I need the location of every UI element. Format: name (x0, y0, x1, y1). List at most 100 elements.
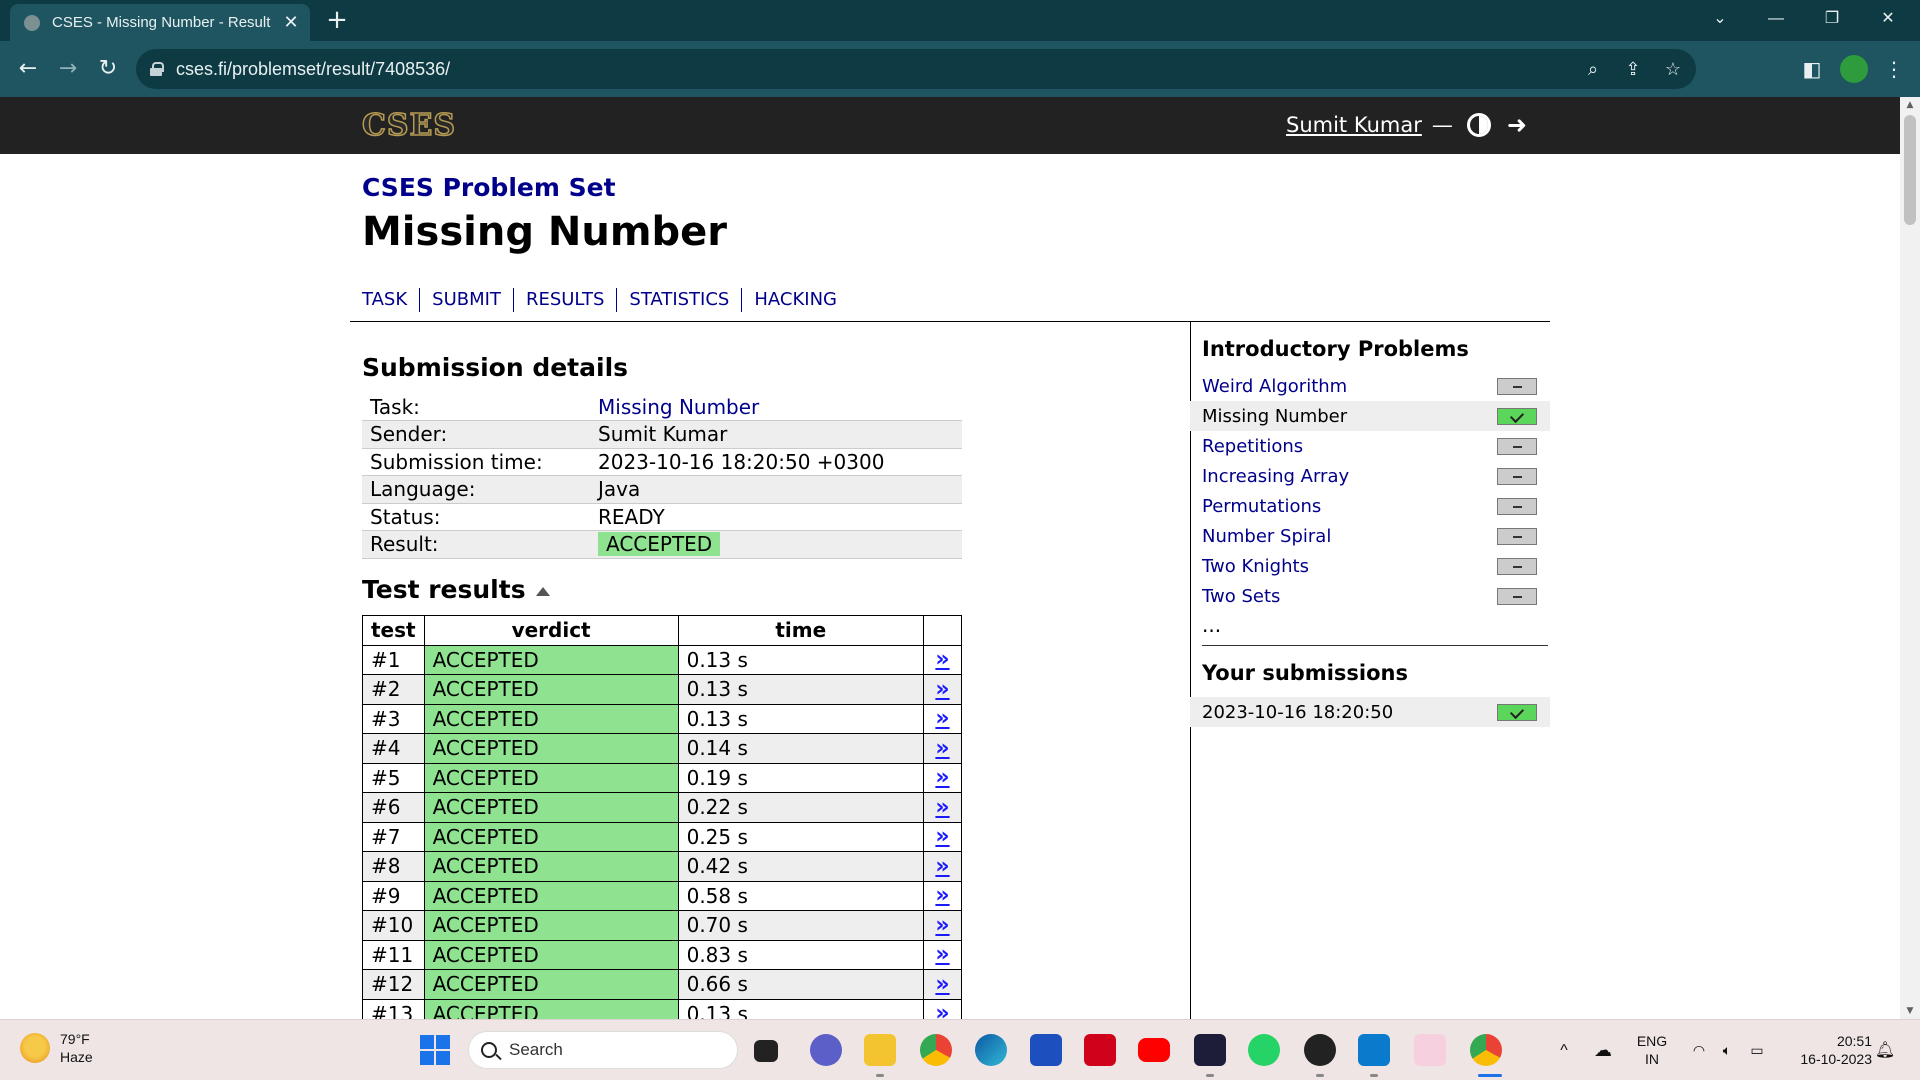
double-chevron-icon[interactable]: » (935, 972, 949, 997)
double-chevron-icon[interactable]: » (935, 854, 949, 879)
problem-link[interactable]: Missing Number (1202, 406, 1347, 427)
test-results-heading[interactable]: Test results (362, 575, 550, 604)
task-link[interactable]: Missing Number (598, 395, 759, 419)
wifi-icon[interactable]: ◠ (1686, 1020, 1712, 1080)
chrome-icon[interactable] (920, 1034, 952, 1066)
new-tab-button[interactable]: + (322, 6, 352, 36)
side-panel-icon[interactable]: ◧ (1796, 53, 1828, 85)
minimize-button[interactable]: — (1748, 0, 1804, 41)
double-chevron-icon[interactable]: » (935, 765, 949, 790)
scroll-up-arrow-icon[interactable]: ▲ (1900, 97, 1920, 113)
tray-chevron-up-icon[interactable]: ^ (1552, 1020, 1576, 1080)
sidebar-item-problem[interactable]: Number Spiral (1190, 521, 1550, 551)
sidebar-item-problem[interactable]: Weird Algorithm (1190, 371, 1550, 401)
weather-widget[interactable]: 79°F Haze (20, 1030, 93, 1066)
youtube-icon[interactable] (1138, 1038, 1170, 1062)
scroll-down-arrow-icon[interactable]: ▼ (1900, 1003, 1920, 1019)
problem-link[interactable]: Number Spiral (1202, 526, 1331, 547)
double-chevron-icon[interactable]: » (935, 795, 949, 820)
test-detail-link[interactable]: » (923, 703, 962, 734)
windows-start-icon[interactable] (419, 1034, 451, 1066)
test-detail-link[interactable]: » (923, 733, 962, 764)
test-detail-link[interactable]: » (923, 969, 962, 1000)
back-arrow-icon[interactable]: ← (12, 53, 44, 85)
submission-time-link[interactable]: 2023-10-16 18:20:50 (1202, 702, 1393, 723)
browser-tab[interactable]: CSES - Missing Number - Result ✕ (10, 4, 310, 41)
intellij-icon[interactable] (1194, 1034, 1226, 1066)
sidebar-item-problem[interactable]: Permutations (1190, 491, 1550, 521)
double-chevron-icon[interactable]: » (935, 824, 949, 849)
test-detail-link[interactable]: » (923, 939, 962, 970)
test-detail-link[interactable]: » (923, 851, 962, 882)
problem-link[interactable]: Increasing Array (1202, 466, 1349, 487)
restore-button[interactable]: ❐ (1804, 0, 1860, 41)
problem-link[interactable]: Repetitions (1202, 436, 1303, 457)
nav-hacking[interactable]: HACKING (741, 288, 849, 312)
whatsapp-icon[interactable] (1248, 1034, 1280, 1066)
problem-link[interactable]: Two Knights (1202, 556, 1309, 577)
reload-icon[interactable]: ↻ (92, 53, 124, 85)
sidebar-item-problem[interactable]: Missing Number (1190, 401, 1550, 431)
onedrive-cloud-icon[interactable]: ☁ (1590, 1020, 1616, 1080)
media-app-icon[interactable] (1414, 1034, 1446, 1066)
file-explorer-icon[interactable] (864, 1034, 896, 1066)
chrome-active-icon[interactable] (1470, 1034, 1502, 1066)
github-icon[interactable] (1304, 1034, 1336, 1066)
zoom-icon[interactable]: ⌕ (1582, 59, 1604, 80)
tab-search-icon[interactable]: ⌄ (1692, 0, 1748, 41)
test-detail-link[interactable]: » (923, 821, 962, 852)
logout-icon[interactable]: ➜ (1507, 113, 1535, 137)
page-scrollbar[interactable]: ▲ ▼ (1900, 97, 1920, 1019)
bookmark-star-icon[interactable]: ☆ (1662, 59, 1684, 80)
test-detail-link[interactable]: » (923, 910, 962, 941)
store-icon[interactable] (1030, 1034, 1062, 1066)
chat-icon[interactable] (810, 1034, 842, 1066)
task-view-icon[interactable] (754, 1040, 778, 1062)
problem-set-title[interactable]: CSES Problem Set (362, 173, 616, 202)
double-chevron-icon[interactable]: » (935, 942, 949, 967)
double-chevron-icon[interactable]: » (935, 706, 949, 731)
menu-kebab-icon[interactable]: ⋮ (1878, 53, 1910, 85)
cses-logo[interactable]: CSES (361, 110, 456, 142)
notification-bell-icon[interactable]: 🔔︎ (1874, 1020, 1896, 1080)
problem-link[interactable]: Weird Algorithm (1202, 376, 1347, 397)
nav-submit[interactable]: SUBMIT (419, 288, 513, 312)
volume-icon[interactable]: 🔈︎ (1714, 1020, 1740, 1080)
share-icon[interactable]: ⇪ (1622, 59, 1644, 80)
close-window-button[interactable]: ✕ (1860, 0, 1916, 41)
test-detail-link[interactable]: » (923, 762, 962, 793)
profile-avatar[interactable] (1840, 55, 1868, 83)
double-chevron-icon[interactable]: » (935, 736, 949, 761)
submission-list-item[interactable]: 2023-10-16 18:20:50 (1190, 697, 1550, 727)
collapse-triangle-icon[interactable] (535, 586, 550, 596)
nav-results[interactable]: RESULTS (512, 288, 616, 312)
problem-link[interactable]: Permutations (1202, 496, 1321, 517)
vscode-icon[interactable] (1358, 1034, 1390, 1066)
scrollbar-thumb[interactable] (1904, 115, 1916, 225)
mcafee-icon[interactable] (1084, 1034, 1116, 1066)
sidebar-item-problem[interactable]: Increasing Array (1190, 461, 1550, 491)
nav-statistics[interactable]: STATISTICS (616, 288, 741, 312)
double-chevron-icon[interactable]: » (935, 883, 949, 908)
test-detail-link[interactable]: » (923, 674, 962, 705)
forward-arrow-icon[interactable]: → (52, 53, 84, 85)
sidebar-item-problem[interactable]: Two Sets (1190, 581, 1550, 611)
test-detail-link[interactable]: » (923, 644, 962, 675)
double-chevron-icon[interactable]: » (935, 677, 949, 702)
double-chevron-icon[interactable]: » (935, 647, 949, 672)
language-indicator[interactable]: ENG IN (1632, 1020, 1672, 1080)
test-detail-link[interactable]: » (923, 792, 962, 823)
clock[interactable]: 20:51 16-10-2023 (1784, 1020, 1872, 1080)
problem-link[interactable]: Two Sets (1202, 586, 1280, 607)
sidebar-item-problem[interactable]: Repetitions (1190, 431, 1550, 461)
theme-toggle-icon[interactable] (1466, 113, 1491, 137)
address-bar[interactable]: cses.fi/problemset/result/7408536/ ⌕ ⇪ ☆ (136, 49, 1696, 89)
battery-icon[interactable]: ▭ (1744, 1020, 1770, 1080)
test-detail-link[interactable]: » (923, 880, 962, 911)
sidebar-item-problem[interactable]: Two Knights (1190, 551, 1550, 581)
user-link[interactable]: Sumit Kumar (1286, 113, 1422, 137)
nav-task[interactable]: TASK (362, 288, 419, 312)
close-tab-icon[interactable]: ✕ (282, 12, 300, 33)
double-chevron-icon[interactable]: » (935, 913, 949, 938)
edge-icon[interactable] (975, 1034, 1007, 1066)
